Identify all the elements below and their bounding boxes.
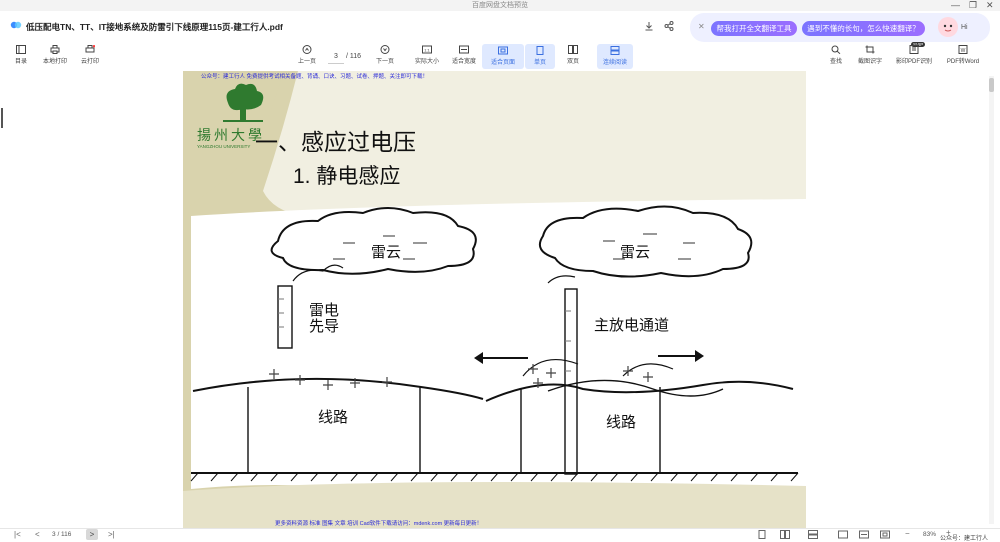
file-name: 低压配电TN、TT、IT接地系统及防雷引下线原理115页-建工行人.pdf bbox=[26, 22, 283, 32]
cloud-label-left: 雷云 bbox=[371, 244, 402, 261]
fit-page-button[interactable]: 适合页面 bbox=[482, 44, 524, 69]
pdf-to-word-button[interactable]: W PDF转Word bbox=[940, 45, 986, 65]
status-page-indicator: 3 / 116 bbox=[52, 531, 71, 538]
svg-text:W: W bbox=[961, 48, 966, 54]
full-translate-button[interactable]: 帮我打开全文翻译工具 bbox=[711, 21, 797, 36]
single-view-icon[interactable] bbox=[758, 530, 766, 539]
fit-width-icon bbox=[459, 45, 469, 54]
leader-label: 雷电 先导 bbox=[309, 303, 339, 335]
actual-size-small-icon[interactable] bbox=[838, 530, 848, 539]
continuous-read-button[interactable]: 连续阅读 bbox=[597, 44, 633, 69]
status-bar bbox=[0, 528, 1000, 542]
baidu-netdisk-logo-icon bbox=[10, 21, 22, 29]
actual-size-button[interactable]: 1:1 实际大小 bbox=[406, 45, 448, 65]
double-view-icon[interactable] bbox=[780, 530, 790, 539]
fit-page-icon bbox=[498, 46, 508, 55]
printer-icon bbox=[50, 45, 60, 54]
vertical-scrollbar[interactable] bbox=[989, 76, 994, 524]
next-page-button[interactable]: 下一页 bbox=[364, 45, 406, 65]
toc-icon bbox=[16, 45, 26, 54]
line-label-left: 线路 bbox=[318, 409, 349, 426]
assistant-avatar-icon[interactable] bbox=[937, 16, 959, 38]
pdf-to-word-label: PDF转Word bbox=[946, 59, 980, 65]
pdf-word-icon: W bbox=[958, 45, 968, 54]
prev-page-label: 上一页 bbox=[297, 59, 316, 65]
actual-size-label: 实际大小 bbox=[414, 59, 439, 65]
continuous-read-label: 连续阅读 bbox=[602, 60, 627, 66]
fit-page-label: 适合页面 bbox=[490, 60, 515, 66]
pdf-ocr-button[interactable]: 影印PDF识别 bbox=[891, 45, 937, 65]
double-page-icon bbox=[568, 45, 578, 54]
sentence-translate-button[interactable]: 遇到不懂的长句，怎么快速翻译？ bbox=[802, 21, 925, 36]
leader-label-line1: 雷电 bbox=[309, 302, 340, 319]
single-page-label: 单页 bbox=[533, 60, 546, 66]
cloud-print-button[interactable]: 云打印 bbox=[69, 45, 111, 65]
top-notice: 公众号：建工行人 免费提供考试相关备题、背诵、口诀、习题、试卷、押题、关注即可下… bbox=[201, 74, 429, 80]
side-edge-handle[interactable] bbox=[1, 108, 3, 128]
line-label-right: 线路 bbox=[606, 414, 637, 431]
page-total: / 116 bbox=[345, 53, 362, 60]
pdf-ocr-icon bbox=[909, 45, 919, 54]
fit-width-small-icon[interactable] bbox=[859, 530, 869, 539]
share-icon[interactable] bbox=[664, 21, 674, 31]
cloud-label-right: 雷云 bbox=[620, 244, 651, 261]
status-page-total: / 116 bbox=[57, 531, 72, 538]
search-label: 查找 bbox=[829, 59, 842, 65]
fit-width-button[interactable]: 适合宽度 bbox=[443, 45, 485, 65]
single-page-icon bbox=[536, 46, 544, 55]
svg-text:1:1: 1:1 bbox=[424, 48, 430, 53]
prev-page-icon[interactable]: < bbox=[35, 530, 40, 539]
actual-size-icon: 1:1 bbox=[422, 45, 432, 54]
double-page-button[interactable]: 双页 bbox=[554, 45, 592, 65]
cloud-print-icon bbox=[85, 45, 95, 53]
double-page-label: 双页 bbox=[566, 59, 579, 65]
pdf-ocr-label: 影印PDF识别 bbox=[895, 59, 932, 65]
window-title: 百度网盘文档预览 bbox=[0, 0, 1000, 11]
page-number-input[interactable]: 3 bbox=[328, 51, 344, 64]
single-page-button[interactable]: 单页 bbox=[525, 44, 555, 69]
cloud-print-label: 云打印 bbox=[80, 59, 99, 65]
main-channel-label: 主放电通道 bbox=[594, 317, 670, 334]
next-page-icon[interactable]: > bbox=[86, 529, 98, 540]
slide-subheading: 1. 静电感应 bbox=[293, 165, 401, 188]
local-print-label: 本地打印 bbox=[42, 59, 67, 65]
leader-label-line2: 先导 bbox=[309, 318, 340, 335]
search-icon bbox=[831, 45, 841, 54]
status-page-current[interactable]: 3 bbox=[52, 531, 56, 538]
fit-width-label: 适合宽度 bbox=[451, 59, 476, 65]
toc-label: 目录 bbox=[14, 59, 27, 65]
zoom-out-icon[interactable]: − bbox=[905, 529, 910, 538]
pdf-page: 公众号：建工行人 免费提供考试相关备题、背诵、口诀、习题、试卷、押题、关注即可下… bbox=[183, 71, 806, 528]
slide-heading: 一、感应过电压 bbox=[255, 129, 416, 155]
chevron-up-icon bbox=[302, 45, 312, 54]
close-translate-icon[interactable]: ✕ bbox=[698, 22, 705, 31]
prev-page-button[interactable]: 上一页 bbox=[286, 45, 328, 65]
fit-page-small-icon[interactable] bbox=[880, 530, 890, 539]
scroll-view-icon[interactable] bbox=[808, 530, 818, 539]
continuous-icon bbox=[610, 46, 620, 55]
bottom-notice: 更多资料资源 标准 图集 文章 培训 Cad软件下载请访问：mdenk.com … bbox=[275, 521, 483, 527]
scrollbar-thumb[interactable] bbox=[989, 78, 994, 92]
screenshot-ocr-icon bbox=[865, 45, 875, 54]
last-page-icon[interactable]: >| bbox=[108, 530, 115, 539]
first-page-icon[interactable]: |< bbox=[14, 530, 21, 539]
chevron-down-icon bbox=[380, 45, 390, 54]
logo-subtext: YANGZHOU UNIVERSITY bbox=[197, 144, 251, 149]
maximize-button[interactable]: ❐ bbox=[969, 0, 977, 11]
screenshot-ocr-button[interactable]: 截图识字 bbox=[849, 45, 891, 65]
assistant-greeting: Hi bbox=[961, 24, 968, 31]
close-window-button[interactable]: ✕ bbox=[986, 0, 994, 11]
zoom-level: 83% bbox=[923, 531, 937, 538]
minimize-button[interactable]: — bbox=[951, 0, 960, 11]
next-page-label: 下一页 bbox=[375, 59, 394, 65]
download-icon[interactable] bbox=[644, 21, 654, 31]
screenshot-ocr-label: 截图识字 bbox=[857, 59, 882, 65]
